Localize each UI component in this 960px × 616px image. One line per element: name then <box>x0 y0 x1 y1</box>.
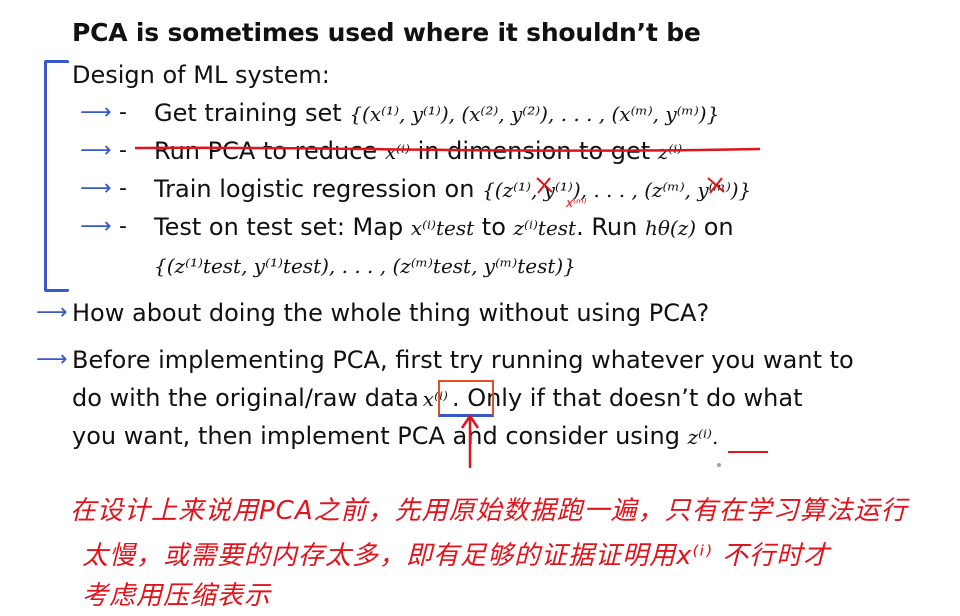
advice-line-2-a: do with the original/raw data <box>72 384 419 412</box>
advice-line-2-b: . Only if that doesn’t do what <box>451 384 803 412</box>
step-2-struck: Run PCA to reduce x⁽ⁱ⁾ in dimension to g… <box>154 136 682 167</box>
cursor-dot <box>717 463 721 467</box>
handwritten-note-line-2: 太慢，或需要的内存太多，即有足够的证据证明用x⁽ⁱ⁾ 不行时才 <box>82 541 831 571</box>
step-dash: - <box>119 176 127 201</box>
advice-line-3-math: z⁽ⁱ⁾. <box>687 425 719 449</box>
step-4-text-a: Test on test set: Map <box>154 213 404 241</box>
step-4-math-a: x⁽ⁱ⁾test <box>410 216 475 240</box>
advice-line-3: you want, then implement PCA and conside… <box>72 421 718 452</box>
step-4-continued: {(z⁽¹⁾test, y⁽¹⁾test), . . . , (z⁽ᵐ⁾test… <box>154 250 576 281</box>
step-2-math-a: x⁽ⁱ⁾ <box>384 140 410 164</box>
handwritten-note-line-1: 在设计上来说用PCA之前，先用原始数据跑一遍，只有在学习算法运行 <box>70 496 908 526</box>
arrow-icon: ⟶ <box>80 176 112 201</box>
slide-title: PCA is sometimes used where it shouldn’t… <box>72 18 701 47</box>
step-dash: - <box>119 100 127 125</box>
question-text: How about doing the whole thing without … <box>72 299 710 327</box>
step-dash: - <box>119 214 127 239</box>
step-1-text: Get training set <box>154 99 342 127</box>
step-4: Test on test set: Map x⁽ⁱ⁾test to z⁽ⁱ⁾te… <box>154 212 734 243</box>
step-4-math-c: hθ(z) <box>645 216 697 240</box>
step-4-math-b: z⁽ⁱ⁾test <box>513 216 577 240</box>
advice-line-3-a: you want, then implement PCA and conside… <box>72 422 680 450</box>
section-heading: Design of ML system: <box>72 61 330 89</box>
step-1-math: {(x⁽¹⁾, y⁽¹⁾), (x⁽²⁾, y⁽²⁾), . . . , (x⁽… <box>349 102 720 126</box>
step-2: Run PCA to reduce x⁽ⁱ⁾ in dimension to g… <box>154 136 682 167</box>
arrow-icon: ⟶ <box>36 347 68 372</box>
step-3-math: {(z⁽¹⁾, y⁽¹⁾), . . . , (z⁽ᵐ⁾, y⁽ᵐ⁾)} <box>482 178 752 202</box>
step-1: Get training set {(x⁽¹⁾, y⁽¹⁾), (x⁽²⁾, y… <box>154 98 719 129</box>
step-2-text-b: in dimension to get <box>417 137 651 165</box>
step-4-text-b: to <box>481 213 506 241</box>
arrow-icon: ⟶ <box>80 138 112 163</box>
step-4-text-d: on <box>703 213 734 241</box>
step-2-text-a: Run PCA to reduce <box>154 137 378 165</box>
advice-line-1: Before implementing PCA, first try runni… <box>72 346 854 374</box>
annotation-bracket <box>44 60 69 292</box>
step-3-text: Train logistic regression on <box>154 175 475 203</box>
slide: PCA is sometimes used where it shouldn’t… <box>0 0 960 616</box>
arrow-icon: ⟶ <box>80 100 112 125</box>
step-dash: - <box>119 138 127 163</box>
step-4-text-c: . Run <box>576 213 638 241</box>
highlight-box <box>438 380 494 417</box>
arrow-icon: ⟶ <box>36 300 68 325</box>
step-2-math-b: z⁽ⁱ⁾ <box>657 140 683 164</box>
handwritten-small-note: x⁽ᵐ⁾ <box>566 196 587 210</box>
step-3: Train logistic regression on {(z⁽¹⁾, y⁽¹… <box>154 174 751 205</box>
arrow-icon: ⟶ <box>80 214 112 239</box>
step-4-math-d: {(z⁽¹⁾test, y⁽¹⁾test), . . . , (z⁽ᵐ⁾test… <box>154 254 576 278</box>
handwritten-note-line-3: 考虑用压缩表示 <box>82 581 272 611</box>
